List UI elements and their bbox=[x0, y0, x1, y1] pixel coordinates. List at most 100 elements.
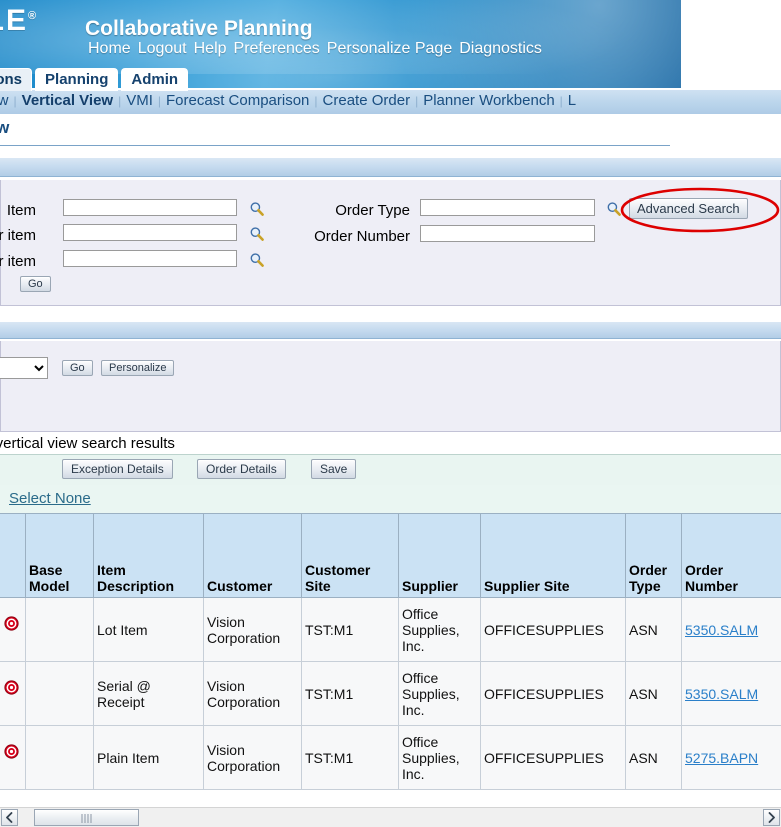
column-header-base-model[interactable]: Base Model bbox=[25, 513, 94, 598]
scrollbar-grip bbox=[81, 814, 92, 823]
search-label-order-number: Order Number bbox=[314, 228, 410, 245]
select-links-row bbox=[0, 485, 781, 513]
cell-customer-site: TST:M1 bbox=[301, 597, 399, 662]
cell-customer-site: TST:M1 bbox=[301, 725, 399, 790]
cell-base-model bbox=[25, 597, 94, 662]
global-links: Home Logout Help Preferences Personalize Pag… bbox=[88, 40, 549, 58]
subnav-item-vmi[interactable]: VMI bbox=[122, 92, 157, 109]
scroll-left-button[interactable] bbox=[1, 809, 18, 826]
search-label-order-type: Order Type bbox=[335, 202, 410, 219]
subnav-separator: | bbox=[13, 94, 17, 108]
view-panel bbox=[0, 341, 781, 432]
personalize-button[interactable]: Personalize bbox=[101, 360, 175, 376]
exception-details-button[interactable]: Exception Details bbox=[62, 459, 173, 479]
search-region-header bbox=[0, 158, 781, 177]
order-number-link[interactable]: 5350.SALM bbox=[685, 686, 758, 702]
cell-base-model bbox=[25, 725, 94, 790]
exception-target-icon[interactable] bbox=[4, 680, 19, 695]
search-input-customer-item[interactable] bbox=[63, 250, 237, 267]
tab-admin[interactable]: Admin bbox=[121, 68, 189, 91]
item-line-2: 2 bbox=[0, 694, 22, 710]
search-input-supplier-item[interactable] bbox=[63, 224, 237, 241]
exception-target-icon[interactable] bbox=[4, 616, 19, 631]
cell-order-number: 5350.SALM bbox=[681, 661, 781, 726]
cell-customer: Vision Corporation bbox=[203, 661, 302, 726]
horizontal-scrollbar[interactable] bbox=[0, 807, 781, 827]
search-go-button[interactable]: Go bbox=[20, 276, 51, 292]
cell-supplier: Office Supplies, Inc. bbox=[398, 725, 481, 790]
oracle-logo-text: CLE bbox=[0, 4, 28, 37]
search-label-supplier-item: r item bbox=[0, 227, 36, 244]
cell-supplier: Office Supplies, Inc. bbox=[398, 661, 481, 726]
order-number-link[interactable]: 5275.BAPN bbox=[685, 750, 758, 766]
cell-item: P- ) bbox=[0, 725, 26, 790]
column-header-order-number[interactable]: Order Number bbox=[681, 513, 781, 598]
global-link-home[interactable]: Home bbox=[88, 40, 131, 57]
cell-item-description: Serial @ Receipt bbox=[93, 661, 204, 726]
app-title: Collaborative Planning bbox=[85, 17, 313, 40]
subnav-item-create-order[interactable]: Create Order bbox=[319, 92, 415, 109]
global-link-preferences[interactable]: Preferences bbox=[234, 40, 320, 57]
page-title: iew bbox=[0, 118, 10, 137]
cell-supplier-site: OFFICESUPPLIES bbox=[480, 661, 626, 726]
scroll-right-button[interactable] bbox=[763, 809, 780, 826]
magnifier-icon[interactable] bbox=[249, 226, 265, 242]
magnifier-icon[interactable] bbox=[606, 201, 622, 217]
cell-order-type: ASN bbox=[625, 661, 682, 726]
exception-target-icon[interactable] bbox=[4, 744, 19, 759]
column-header-supplier-site[interactable]: Supplier Site bbox=[480, 513, 626, 598]
search-input-order-number[interactable] bbox=[420, 225, 595, 242]
table-header-row: m Base Model Item Description Customer C… bbox=[0, 513, 781, 598]
cell-supplier: Office Supplies, Inc. bbox=[398, 597, 481, 662]
cell-order-number: 5350.SALM bbox=[681, 597, 781, 662]
save-button[interactable]: Save bbox=[311, 459, 357, 479]
advanced-search-button[interactable]: Advanced Search bbox=[629, 198, 748, 219]
subnav-item-last[interactable]: L bbox=[564, 92, 580, 109]
cell-customer: Vision Corporation bbox=[203, 725, 302, 790]
oracle-logo: CLE® bbox=[0, 4, 36, 38]
cell-item: - - bbox=[0, 597, 26, 662]
magnifier-icon[interactable] bbox=[249, 201, 265, 217]
search-input-item[interactable] bbox=[63, 199, 237, 216]
main-tabs: xceptionsPlanningAdmin bbox=[0, 68, 191, 91]
view-go-button[interactable]: Go bbox=[62, 360, 93, 376]
table-row: - - Lot Item Vision Corporation TST:M1 O… bbox=[0, 597, 781, 662]
select-none-link[interactable]: Select None bbox=[9, 490, 91, 507]
column-header-supplier[interactable]: Supplier bbox=[398, 513, 481, 598]
view-select[interactable] bbox=[0, 357, 48, 379]
cell-supplier-site: OFFICESUPPLIES bbox=[480, 725, 626, 790]
cell-customer: Vision Corporation bbox=[203, 597, 302, 662]
cell-item-description: Lot Item bbox=[93, 597, 204, 662]
global-link-logout[interactable]: Logout bbox=[138, 40, 187, 57]
global-link-diagnostics[interactable]: Diagnostics bbox=[459, 40, 542, 57]
view-region-header bbox=[0, 322, 781, 339]
order-number-link[interactable]: 5350.SALM bbox=[685, 622, 758, 638]
scrollbar-thumb[interactable] bbox=[34, 809, 139, 826]
search-label-customer-item: r item bbox=[0, 253, 36, 270]
order-details-button[interactable]: Order Details bbox=[197, 459, 286, 479]
global-link-personalize-page[interactable]: Personalize Page bbox=[327, 40, 452, 57]
global-link-help[interactable]: Help bbox=[194, 40, 227, 57]
column-header-item-description[interactable]: Item Description bbox=[93, 513, 204, 598]
tab-planning[interactable]: Planning bbox=[35, 68, 119, 91]
item-line-2: - bbox=[0, 630, 22, 646]
heading-divider bbox=[0, 145, 670, 146]
cell-supplier-site: OFFICESUPPLIES bbox=[480, 597, 626, 662]
search-label-item: Item bbox=[6, 202, 36, 219]
search-input-order-type[interactable] bbox=[420, 199, 595, 216]
column-header-order-type[interactable]: Order Type bbox=[625, 513, 682, 598]
magnifier-icon[interactable] bbox=[249, 252, 265, 268]
cell-order-type: ASN bbox=[625, 597, 682, 662]
column-header-customer[interactable]: Customer bbox=[203, 513, 302, 598]
subnav-item-vertical-view[interactable]: Vertical View bbox=[18, 92, 117, 109]
results-table: m Base Model Item Description Customer C… bbox=[0, 513, 781, 790]
subnav-item-view[interactable]: iew bbox=[0, 92, 13, 109]
registered-mark: ® bbox=[28, 10, 37, 22]
cell-base-model bbox=[25, 661, 94, 726]
cell-order-type: ASN bbox=[625, 725, 682, 790]
column-header-item[interactable]: m bbox=[0, 513, 26, 598]
column-header-customer-site[interactable]: Customer Site bbox=[301, 513, 399, 598]
tab-exceptions[interactable]: xceptions bbox=[0, 68, 33, 91]
subnav-item-planner-workbench[interactable]: Planner Workbench bbox=[419, 92, 558, 109]
subnav-item-forecast-comparison[interactable]: Forecast Comparison bbox=[162, 92, 313, 109]
